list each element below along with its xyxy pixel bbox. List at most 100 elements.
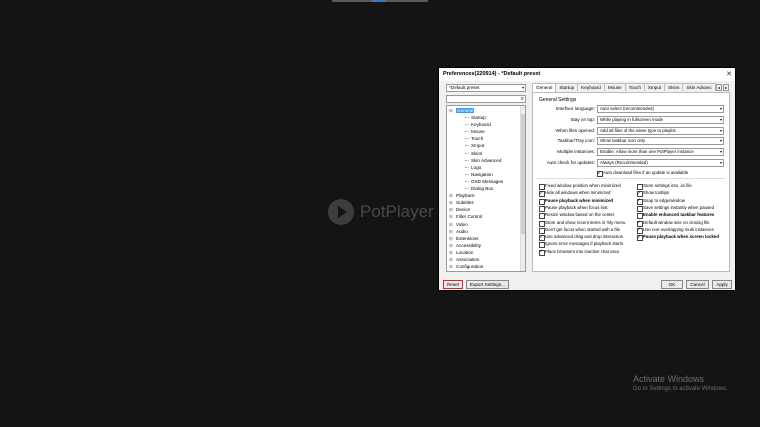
tree-item[interactable]: Association	[447, 256, 525, 263]
option-checkbox[interactable]: Place browsers into inactive chat area	[539, 248, 619, 256]
tab-mouse[interactable]: Mouse	[603, 83, 626, 91]
option-checkbox[interactable]: Enable enhanced taskbar features	[637, 212, 714, 220]
tree-item[interactable]: Startup	[447, 114, 525, 121]
setting-label: Stay on top:	[570, 116, 595, 122]
tree-item[interactable]: Audio	[447, 228, 525, 235]
option-checkbox[interactable]: Resize window based on the center	[539, 212, 614, 220]
option-checkbox[interactable]: Pause playback when minimized	[539, 198, 613, 205]
tab-scroll-left[interactable]: ◂	[716, 84, 722, 91]
activate-windows-watermark: Activate Windows Go to Settings to activ…	[633, 374, 728, 392]
setting-row: Auto check for updates: Always (Recommend…	[537, 159, 725, 167]
setting-select[interactable]: Add all files of the same type to playli…	[597, 126, 724, 135]
tree-item[interactable]: Configuration	[447, 263, 525, 270]
tree-item-label: Skin Advanced	[471, 157, 502, 163]
setting-select[interactable]: While playing in fullscreen mode	[597, 115, 724, 124]
tree-item-label: Association	[456, 256, 480, 262]
tree-item[interactable]: Touch	[447, 135, 525, 142]
tab-keyboard[interactable]: Keyboard	[577, 83, 605, 91]
divider	[537, 178, 725, 179]
option-checkbox[interactable]: Hide all windows when minimized	[539, 190, 610, 198]
export-settings-button[interactable]: Export Settings...	[466, 280, 509, 289]
option-checkbox[interactable]: Pause playback when focus lost	[539, 205, 607, 212]
tree-item[interactable]: Extensions	[447, 235, 525, 242]
option-checkbox[interactable]: Fixed window position when minimized	[539, 183, 621, 190]
tree-item[interactable]: Logo	[447, 164, 525, 171]
tree-item[interactable]: Location	[447, 249, 525, 256]
tree-item-label: Startup	[471, 115, 486, 121]
tree-item[interactable]: Accessibility	[447, 242, 525, 249]
tree-item[interactable]: Navigation	[447, 171, 525, 178]
tree-item-label: Filter Control	[456, 214, 483, 220]
activate-subtitle: Go to Settings to activate Windows.	[633, 386, 728, 392]
tree-item[interactable]: Skin Advanced	[447, 157, 525, 164]
tree-item[interactable]: Skins	[447, 150, 525, 157]
tree-item[interactable]: Playback	[447, 192, 525, 199]
tab-scroll-right[interactable]: ▸	[723, 84, 729, 91]
setting-select[interactable]: Auto select (recommended)	[597, 105, 724, 113]
search-input[interactable]: ⌕	[446, 95, 526, 103]
option-checkbox[interactable]: Ignore error messages if playback starts	[539, 241, 623, 249]
tree-item[interactable]: OSD Messages	[447, 178, 525, 185]
preset-value: *Default preset	[449, 85, 480, 90]
tree-item-label: Logo	[471, 164, 482, 170]
setting-select[interactable]: Show taskbar icon only	[597, 137, 724, 146]
activate-title: Activate Windows	[633, 374, 705, 384]
tree-item[interactable]: Mouse	[447, 128, 525, 135]
reset-button[interactable]: Reset	[443, 280, 463, 289]
close-icon[interactable]: ✕	[726, 70, 732, 78]
tree-item[interactable]: General	[447, 107, 525, 114]
potplayer-logo: PotPlayer	[328, 199, 434, 225]
setting-select[interactable]: Always (Recommended)	[597, 159, 724, 167]
tree-item-label: Mouse	[471, 129, 485, 135]
tree-item-label: Skins	[471, 150, 483, 156]
setting-label: Auto check for updates:	[546, 160, 595, 165]
setting-label: Interface language:	[555, 106, 595, 111]
logo-text: PotPlayer	[360, 202, 434, 221]
setting-row: Stay on top: While playing in fullscreen …	[537, 115, 725, 124]
tree-item-label: Subtitles	[456, 200, 474, 206]
option-checkbox[interactable]: Show tooltips	[637, 190, 669, 198]
preferences-dialog: Preferences(220914) - *Default preset ✕ …	[438, 67, 736, 291]
option-checkbox[interactable]: Use non-overlapping multi instances	[637, 226, 714, 234]
settings-tabs: General Startup Keyboard Mouse Touch XInput Sk…	[532, 83, 730, 92]
setting-label: Multiple instances:	[557, 149, 595, 155]
tab-general[interactable]: General	[532, 83, 557, 92]
search-icon[interactable]: ⌕	[521, 96, 524, 102]
cancel-button[interactable]: Cancel	[686, 280, 709, 289]
tab-touch[interactable]: Touch	[624, 83, 645, 91]
tab-xinput[interactable]: XInput	[643, 83, 666, 91]
option-checkbox[interactable]: Save settings instantly when paused	[637, 205, 714, 212]
tree-item[interactable]: Video	[447, 221, 525, 228]
setting-row: Interface language: Auto select (recommen…	[537, 105, 725, 113]
tree-item[interactable]: Keyboard	[447, 121, 525, 128]
tree-item-label: Location	[456, 249, 474, 255]
settings-tree[interactable]: GeneralStartupKeyboardMouseTouchXInputSk…	[446, 105, 526, 272]
tab-startup[interactable]: Startup	[555, 83, 579, 91]
setting-row: Multiple instances: Enable: Allow more th…	[537, 148, 725, 157]
preset-select[interactable]: *Default preset ▾	[446, 84, 526, 92]
setting-row: When files opened: Add all files of the s…	[537, 126, 725, 135]
tree-item[interactable]: Subtitles	[447, 199, 525, 206]
ok-button[interactable]: OK	[661, 280, 683, 289]
tree-item-label: Touch	[471, 136, 484, 142]
tab-skins[interactable]: Skins	[664, 83, 684, 91]
tree-item[interactable]: Device	[447, 206, 525, 213]
setting-select[interactable]: Enable: Allow more than one PotPlayer in…	[597, 148, 724, 157]
tree-item[interactable]: XInput	[447, 142, 525, 149]
option-checkbox[interactable]: Pause playback when screen locked	[637, 234, 719, 242]
option-checkbox[interactable]: Store settings into .ini file	[637, 183, 692, 190]
apply-button[interactable]: Apply	[712, 280, 732, 289]
tree-item[interactable]: Filter Control	[447, 213, 525, 220]
chevron-down-icon: ▾	[521, 85, 524, 90]
tab-skin-advanc[interactable]: Skin Advanc	[682, 83, 716, 91]
general-settings-panel: General Settings Interface language: Auto…	[532, 92, 730, 272]
option-checkbox[interactable]: Default window size on closing file	[637, 219, 710, 227]
top-title-bar-accent	[372, 0, 386, 2]
tree-item-label: Accessibility	[456, 242, 482, 248]
option-checkbox[interactable]: Store and show recent items in 'My menu	[539, 220, 625, 227]
option-checkbox[interactable]: Snap to edge/window	[637, 197, 685, 205]
option-checkbox[interactable]: Don't get focus when started with a file	[539, 227, 620, 234]
auto-download-checkbox[interactable]: Auto download files if an update is avai…	[597, 170, 688, 177]
option-checkbox[interactable]: Use advanced drag and drop interaction	[539, 234, 623, 242]
tree-item[interactable]: Dialog Box	[447, 185, 525, 192]
